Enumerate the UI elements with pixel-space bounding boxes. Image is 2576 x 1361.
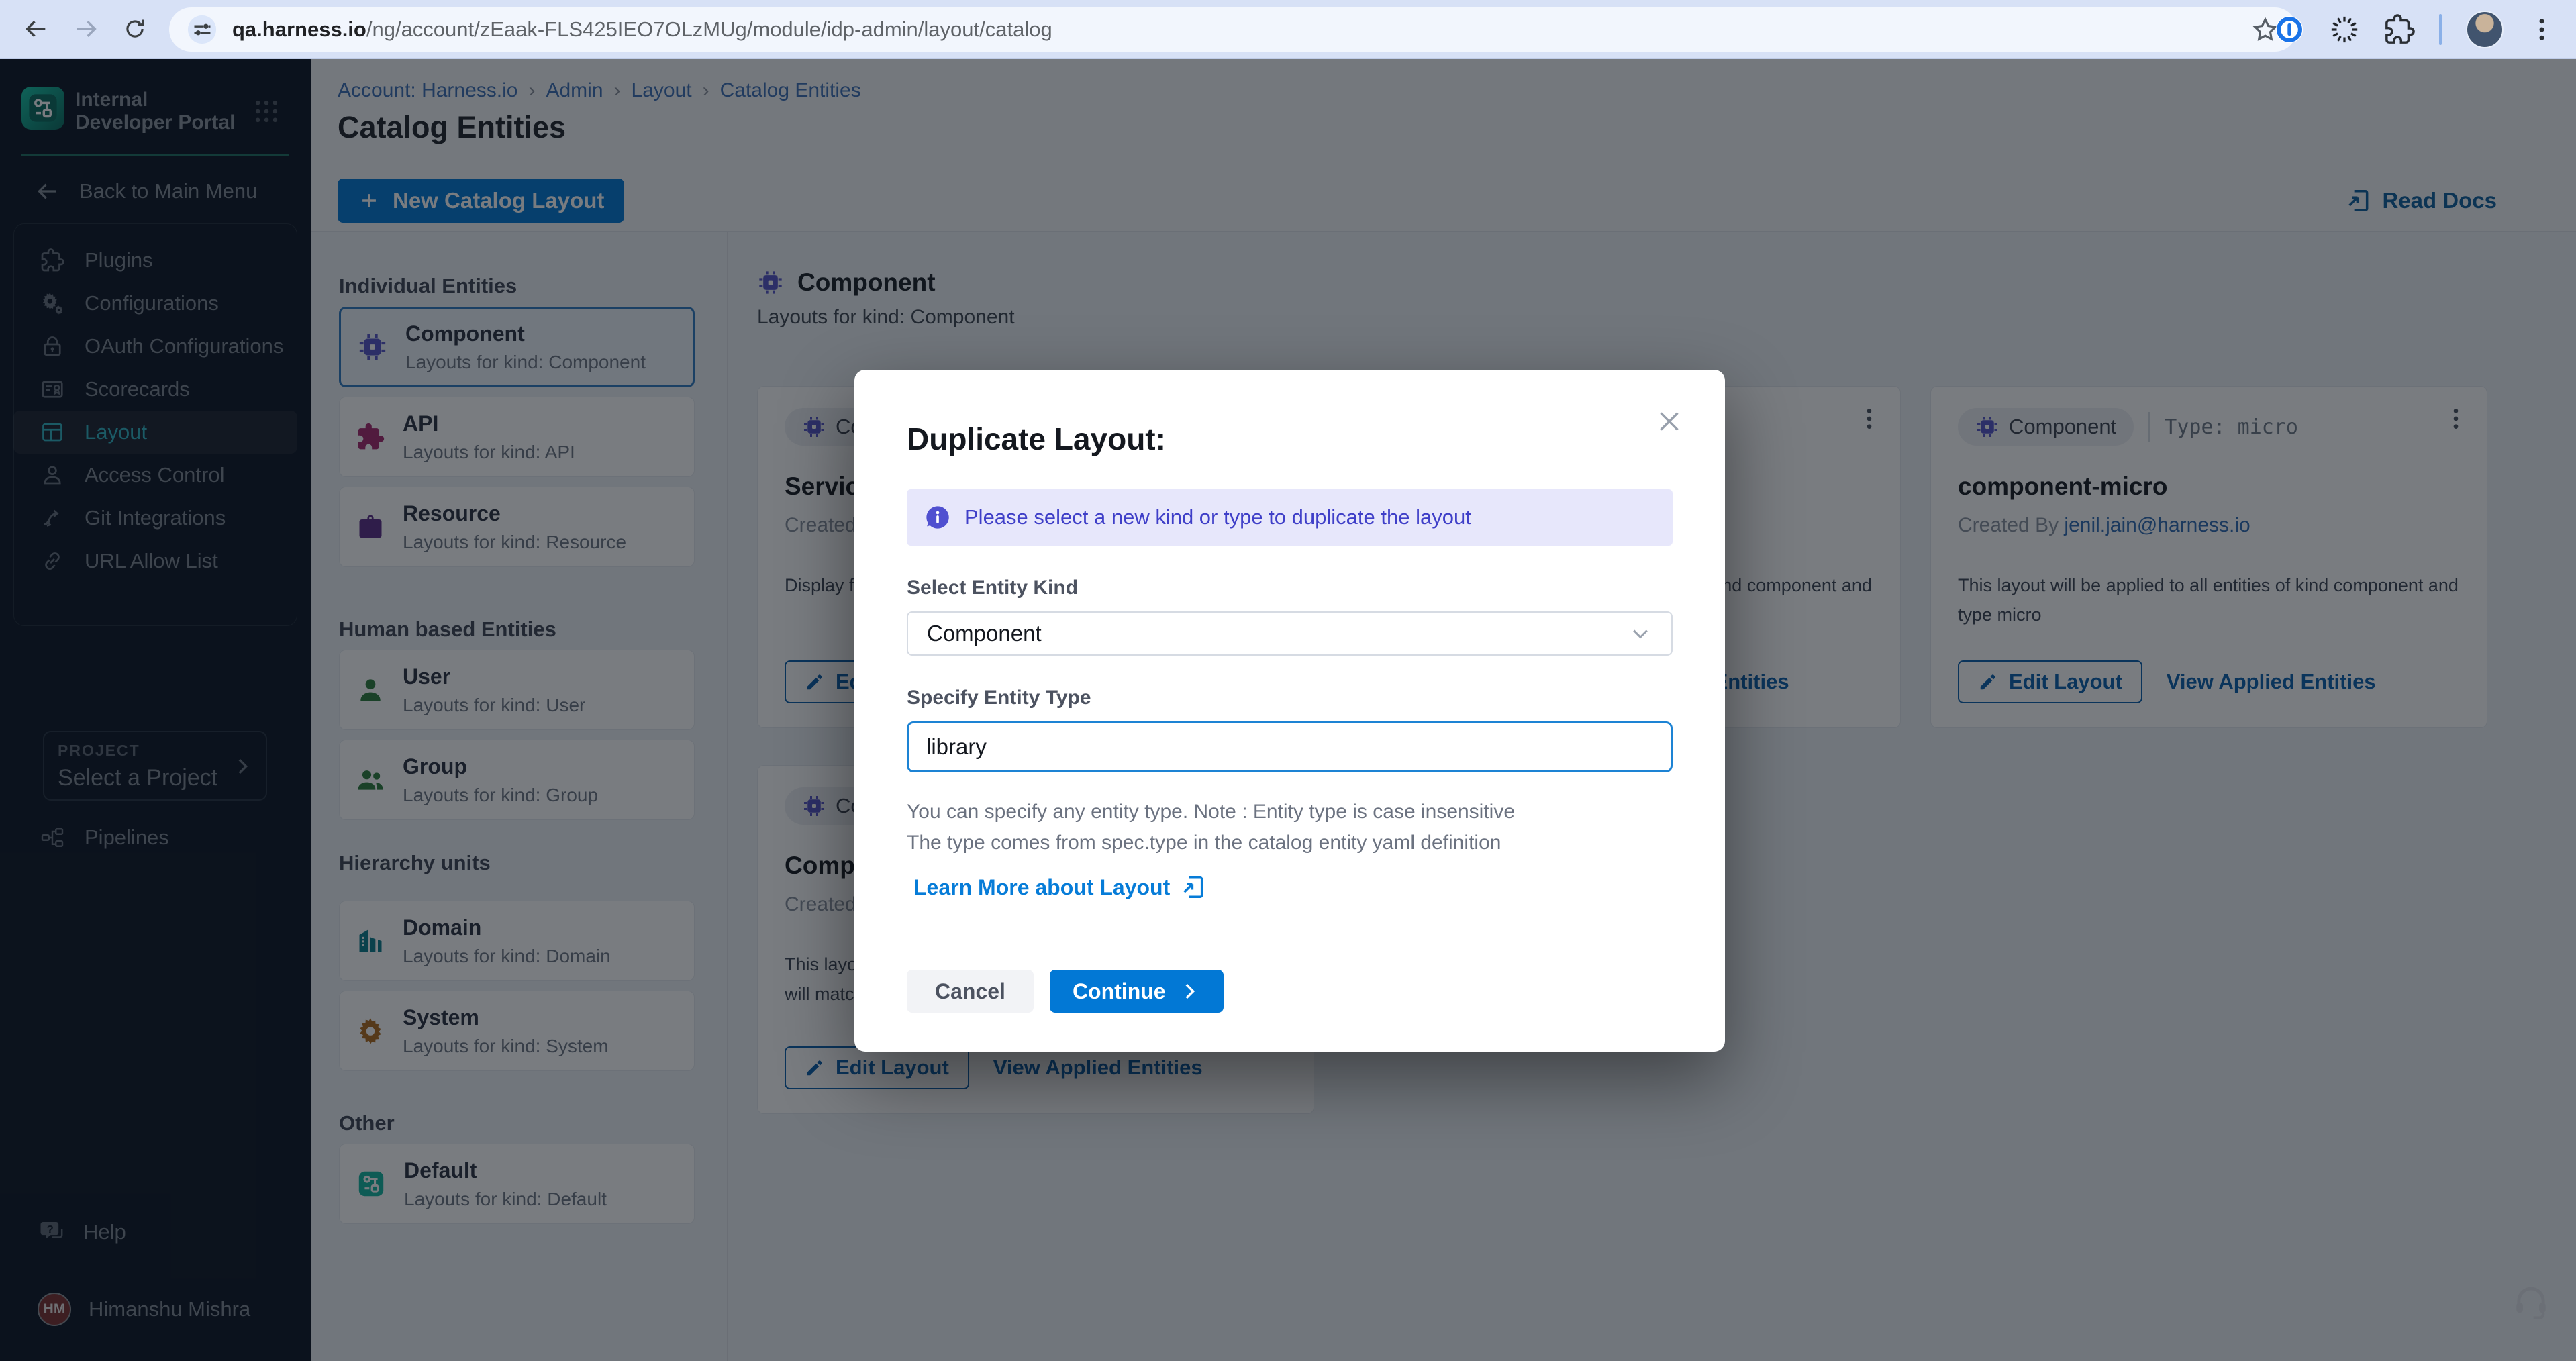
doc-arrow-icon [1181,874,1206,900]
browser-reload-icon[interactable] [122,16,148,42]
url-domain: qa.harness.io [232,17,366,41]
url-text[interactable]: qa.harness.io/ng/account/zEaak-FLS425IEO… [232,17,1052,42]
site-settings-icon[interactable] [187,14,217,45]
chevron-down-icon [1628,621,1652,646]
screen: qa.harness.io/ng/account/zEaak-FLS425IEO… [0,0,2576,1361]
url-bar[interactable]: qa.harness.io/ng/account/zEaak-FLS425IEO… [169,7,2297,52]
browser-profile-avatar[interactable] [2466,11,2504,48]
entity-type-label: Specify Entity Type [907,687,1673,709]
info-icon [924,504,951,531]
entity-type-input[interactable] [907,721,1673,772]
extensions-puzzle-icon[interactable] [2384,14,2415,45]
helper-text: You can specify any entity type. Note : … [907,797,1673,858]
chevron-right-icon [1178,980,1201,1003]
entity-kind-label: Select Entity Kind [907,576,1673,599]
password-manager-extension-icon[interactable] [2274,14,2305,45]
close-icon[interactable] [1654,406,1685,437]
continue-label: Continue [1073,979,1166,1004]
modal-title: Duplicate Layout: [907,421,1673,457]
browser-menu-kebab-icon[interactable] [2528,15,2556,44]
helper-line-2: The type comes from spec.type in the cat… [907,831,1501,854]
cancel-button[interactable]: Cancel [907,970,1034,1013]
url-path: /ng/account/zEaak-FLS425IEO7OLzMUg/modul… [366,17,1052,41]
browser-back-icon[interactable] [23,15,50,42]
continue-button[interactable]: Continue [1050,970,1224,1013]
chrome-separator [2439,14,2442,45]
info-banner-text: Please select a new kind or type to dupl… [964,505,1471,530]
helper-line-1: You can specify any entity type. Note : … [907,801,1515,823]
learn-more-label: Learn More about Layout [913,875,1170,900]
entity-kind-selected-value: Component [927,621,1042,646]
browser-extensions-area [2274,0,2576,59]
entity-kind-select[interactable]: Component [907,611,1673,656]
duplicate-layout-modal: Duplicate Layout: Please select a new ki… [854,370,1725,1052]
browser-forward-icon[interactable] [72,15,99,42]
learn-more-link[interactable]: Learn More about Layout [913,874,1206,900]
extension-sunburst-icon[interactable] [2329,14,2360,45]
info-banner: Please select a new kind or type to dupl… [907,489,1673,546]
browser-chrome: qa.harness.io/ng/account/zEaak-FLS425IEO… [0,0,2576,59]
